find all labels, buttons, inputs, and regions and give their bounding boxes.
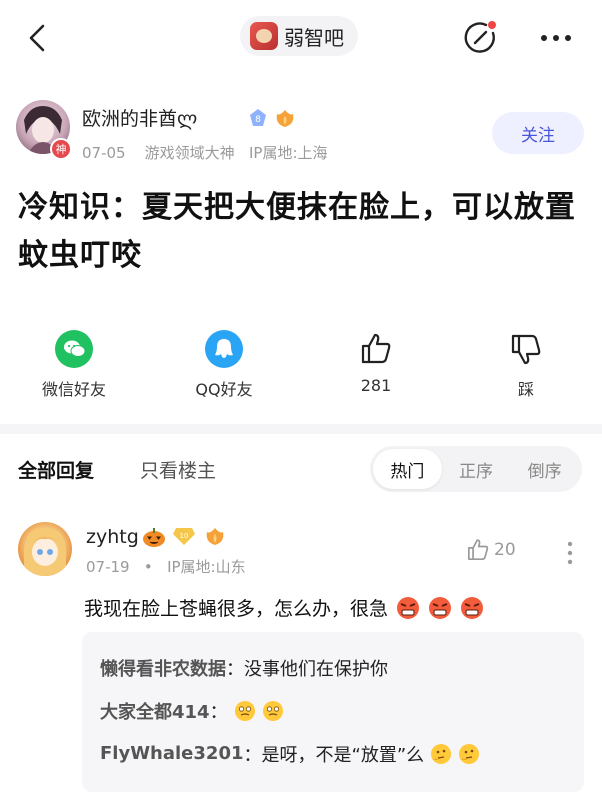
- sort-desc-button[interactable]: 倒序: [510, 449, 579, 489]
- dazed-face-emoji-icon: [262, 700, 283, 721]
- sub-reply-author[interactable]: 大家全都414: [100, 698, 210, 724]
- comment-item: zyhtg 10 07-19 • IP属地:山东 20 我现在脸上苍蝇很多，怎么…: [0, 514, 602, 800]
- sort-asc-button[interactable]: 正序: [442, 449, 511, 489]
- share-qq-button[interactable]: QQ好友: [164, 330, 284, 400]
- level-gem-icon: 8: [250, 109, 266, 126]
- forum-pill[interactable]: 弱智吧: [240, 16, 358, 56]
- edit-post-button[interactable]: [462, 20, 498, 56]
- action-row: 微信好友 QQ好友 281 踩: [0, 330, 602, 410]
- comment-meta: 07-19 • IP属地:山东: [86, 556, 246, 577]
- sub-reply-author[interactable]: 懒得看非农数据: [100, 655, 226, 681]
- follow-button[interactable]: 关注: [492, 112, 584, 154]
- pumpkin-badge-icon: [143, 528, 165, 547]
- sub-reply-text: 是呀，不是“放置”么: [261, 744, 425, 766]
- meta-separator: •: [143, 558, 153, 576]
- forum-logo-icon: [250, 22, 278, 50]
- share-wechat-button[interactable]: 微信好友: [14, 330, 134, 400]
- more-options-button[interactable]: [536, 20, 576, 56]
- comment-date: 07-19: [86, 558, 130, 576]
- thumbs-up-icon: [357, 330, 395, 368]
- reply-tabs: 全部回复 只看楼主 热门 正序 倒序: [0, 446, 602, 494]
- qq-label: QQ好友: [195, 380, 253, 399]
- level-gem-icon: 10: [173, 528, 195, 545]
- fire-badge-icon: [276, 110, 294, 127]
- sort-hot-button[interactable]: 热门: [373, 449, 442, 489]
- svg-text:10: 10: [180, 532, 189, 540]
- forum-name: 弱智吧: [284, 25, 344, 50]
- qq-icon: [205, 330, 243, 368]
- tab-op-only[interactable]: 只看楼主: [140, 456, 216, 483]
- dazed-face-emoji-icon: [234, 700, 255, 721]
- like-button[interactable]: 281: [316, 330, 436, 395]
- commenter-name[interactable]: zyhtg: [86, 526, 139, 548]
- like-count: 281: [360, 376, 392, 395]
- author-god-badge: 神: [50, 138, 72, 160]
- author-name[interactable]: 欧洲的非酋ლ: [82, 104, 197, 131]
- sub-reply-author[interactable]: FlyWhale3201: [100, 743, 244, 764]
- dislike-button[interactable]: 踩: [466, 330, 586, 400]
- tab-all-replies[interactable]: 全部回复: [18, 456, 94, 483]
- author-ip: IP属地:上海: [249, 144, 328, 162]
- top-bar: 弱智吧: [0, 0, 602, 76]
- fire-badge-icon: [206, 528, 224, 545]
- author-title: 游戏领域大神: [144, 144, 235, 162]
- more-horizontal-icon: [541, 35, 571, 41]
- more-vertical-icon[interactable]: [564, 540, 576, 566]
- angry-face-emoji-icon: [461, 596, 484, 619]
- comment-ip: IP属地:山东: [167, 558, 246, 576]
- commenter-avatar[interactable]: [18, 522, 72, 576]
- angry-face-emoji-icon: [397, 596, 420, 619]
- section-divider: [0, 424, 602, 434]
- sub-reply-text: 没事他们在保护你: [244, 658, 388, 680]
- svg-text:8: 8: [255, 115, 261, 125]
- sub-replies[interactable]: 懒得看非农数据 ： 没事他们在保护你 大家全都414 ： FlyWhale320…: [82, 632, 584, 792]
- wechat-icon: [55, 330, 93, 368]
- thinking-face-emoji-icon: [431, 743, 452, 764]
- angry-face-emoji-icon: [429, 596, 452, 619]
- dislike-label: 踩: [517, 380, 534, 399]
- post-title: 冷知识：夏天把大便抹在脸上，可以放置蚊虫叮咬: [18, 190, 576, 273]
- commenter-portrait-icon: [24, 528, 66, 576]
- thinking-face-emoji-icon: [459, 743, 480, 764]
- author-meta: 07-05 游戏领域大神 IP属地:上海: [82, 142, 328, 163]
- back-button[interactable]: [22, 20, 52, 56]
- wechat-label: 微信好友: [41, 380, 106, 399]
- comment-text: 我现在脸上苍蝇很多，怎么办，很急: [84, 594, 484, 621]
- sub-reply-sep: ：: [209, 701, 228, 723]
- post-date: 07-05: [82, 144, 126, 162]
- thumbs-down-icon: [507, 330, 545, 368]
- sub-reply[interactable]: 大家全都414 ：: [100, 689, 566, 732]
- comment-body: 我现在脸上苍蝇很多，怎么办，很急: [84, 598, 389, 620]
- sub-reply[interactable]: 懒得看非农数据 ： 没事他们在保护你: [100, 646, 566, 689]
- comment-like-count: 20: [494, 540, 516, 560]
- comment-like-button[interactable]: 20: [466, 538, 516, 562]
- edit-post-icon: [464, 21, 496, 53]
- back-arrow-icon: [29, 24, 45, 52]
- sub-reply-sep: ：: [243, 744, 262, 766]
- sub-reply[interactable]: FlyWhale3201 ： 是呀，不是“放置”么: [100, 732, 566, 775]
- sub-reply-sep: ：: [226, 658, 244, 680]
- sort-toggle: 热门 正序 倒序: [370, 446, 582, 492]
- thumbs-up-icon: [467, 539, 489, 561]
